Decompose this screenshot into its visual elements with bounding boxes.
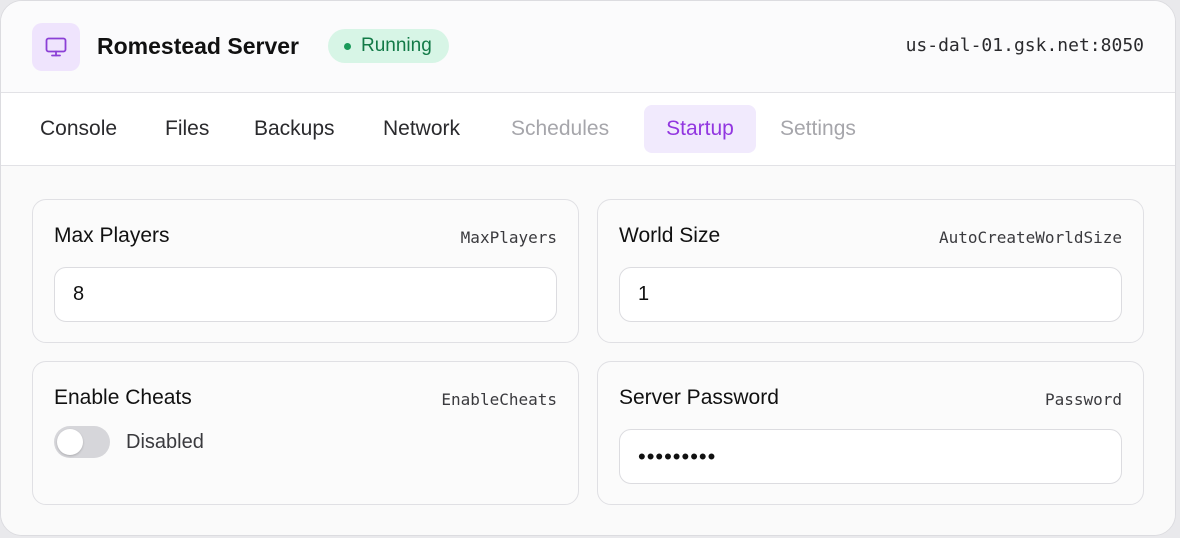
card-title: World Size bbox=[619, 224, 721, 247]
variable-key: EnableCheats bbox=[441, 390, 557, 409]
monitor-icon bbox=[32, 23, 80, 71]
variable-key: MaxPlayers bbox=[460, 228, 557, 247]
server-title: Romestead Server bbox=[97, 33, 299, 59]
tab-console[interactable]: Console bbox=[24, 105, 133, 153]
cheats-toggle-row: Disabled bbox=[54, 426, 204, 458]
status-badge: Running bbox=[328, 29, 449, 63]
tab-files[interactable]: Files bbox=[149, 105, 225, 153]
variable-key: AutoCreateWorldSize bbox=[938, 228, 1122, 247]
server-address: us-dal-01.gsk.net:8050 bbox=[905, 35, 1144, 56]
tab-startup[interactable]: Startup bbox=[644, 105, 756, 153]
world-size-input[interactable]: 1 bbox=[619, 267, 1122, 322]
server-password-input[interactable]: ••••••••• bbox=[619, 429, 1122, 484]
tab-network[interactable]: Network bbox=[367, 105, 476, 153]
status-dot-icon bbox=[344, 42, 351, 50]
toggle-knob bbox=[57, 429, 83, 455]
server-password-card: Server Password Password ••••••••• bbox=[597, 361, 1144, 505]
tab-backups[interactable]: Backups bbox=[238, 105, 351, 153]
card-title: Max Players bbox=[54, 224, 170, 247]
server-panel: Romestead Server Running us-dal-01.gsk.n… bbox=[0, 0, 1176, 536]
variable-key: Password bbox=[1044, 390, 1122, 409]
status-label: Running bbox=[361, 35, 432, 56]
tab-schedules[interactable]: Schedules bbox=[495, 105, 625, 153]
tab-bar: Console Files Backups Network Schedules … bbox=[1, 93, 1175, 166]
card-title: Enable Cheats bbox=[54, 386, 192, 409]
world-size-card: World Size AutoCreateWorldSize 1 bbox=[597, 199, 1144, 343]
toggle-state-label: Disabled bbox=[126, 430, 204, 453]
max-players-card: Max Players MaxPlayers 8 bbox=[32, 199, 579, 343]
server-header: Romestead Server Running us-dal-01.gsk.n… bbox=[1, 1, 1175, 93]
tab-settings[interactable]: Settings bbox=[764, 105, 872, 153]
enable-cheats-card: Enable Cheats EnableCheats Disabled bbox=[32, 361, 579, 505]
startup-settings: Max Players MaxPlayers 8 World Size Auto… bbox=[1, 166, 1175, 535]
max-players-input[interactable]: 8 bbox=[54, 267, 557, 322]
enable-cheats-toggle[interactable] bbox=[54, 426, 110, 458]
card-title: Server Password bbox=[619, 386, 779, 409]
